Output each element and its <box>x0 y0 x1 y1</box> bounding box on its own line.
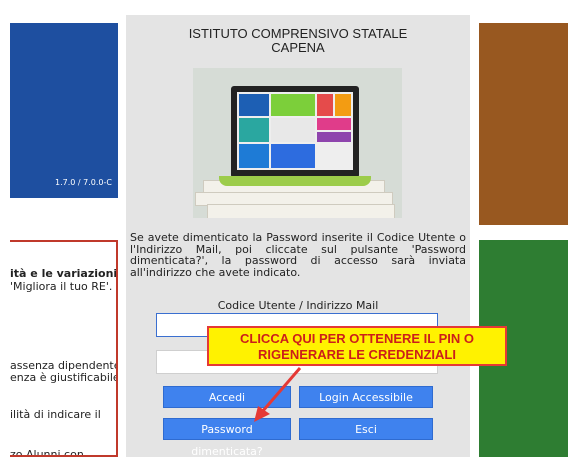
callout-annotation: CLICCA QUI PER OTTENERE IL PIN O RIGENER… <box>207 326 507 366</box>
news-line: enza è giustificabile <box>10 371 118 384</box>
callout-line-1: CLICCA QUI PER OTTENERE IL PIN O <box>239 331 475 346</box>
login-accessibile-button[interactable]: Login Accessibile <box>299 386 433 408</box>
right-brown-panel <box>479 23 568 225</box>
esci-button[interactable]: Esci <box>299 418 433 440</box>
laptop-illustration <box>193 68 402 218</box>
left-blue-panel: 1.7.0 / 7.0.0-C <box>10 23 118 198</box>
news-line: zo Alunni con <box>10 448 84 457</box>
version-label: 1.7.0 / 7.0.0-C <box>55 178 112 187</box>
user-field-label: Codice Utente / Indirizzo Mail <box>217 299 379 312</box>
left-news-box: ità e le variazioni 'Migliora il tuo RE'… <box>10 240 118 457</box>
callout-line-2: RIGENERARE LE CREDENZIALI <box>258 347 456 362</box>
forgot-password-info: Se avete dimenticato la Password inserit… <box>130 231 466 279</box>
accedi-button[interactable]: Accedi <box>163 386 291 408</box>
school-city: CAPENA <box>271 40 325 55</box>
news-line: ità e le variazioni <box>10 267 118 280</box>
school-title: ISTITUTO COMPRENSIVO STATALE <box>188 26 408 41</box>
news-line: ilità di indicare il <box>10 408 101 421</box>
password-dimenticata-button[interactable]: Password dimenticata? <box>163 418 291 458</box>
news-line: 'Migliora il tuo RE'. <box>10 280 113 293</box>
